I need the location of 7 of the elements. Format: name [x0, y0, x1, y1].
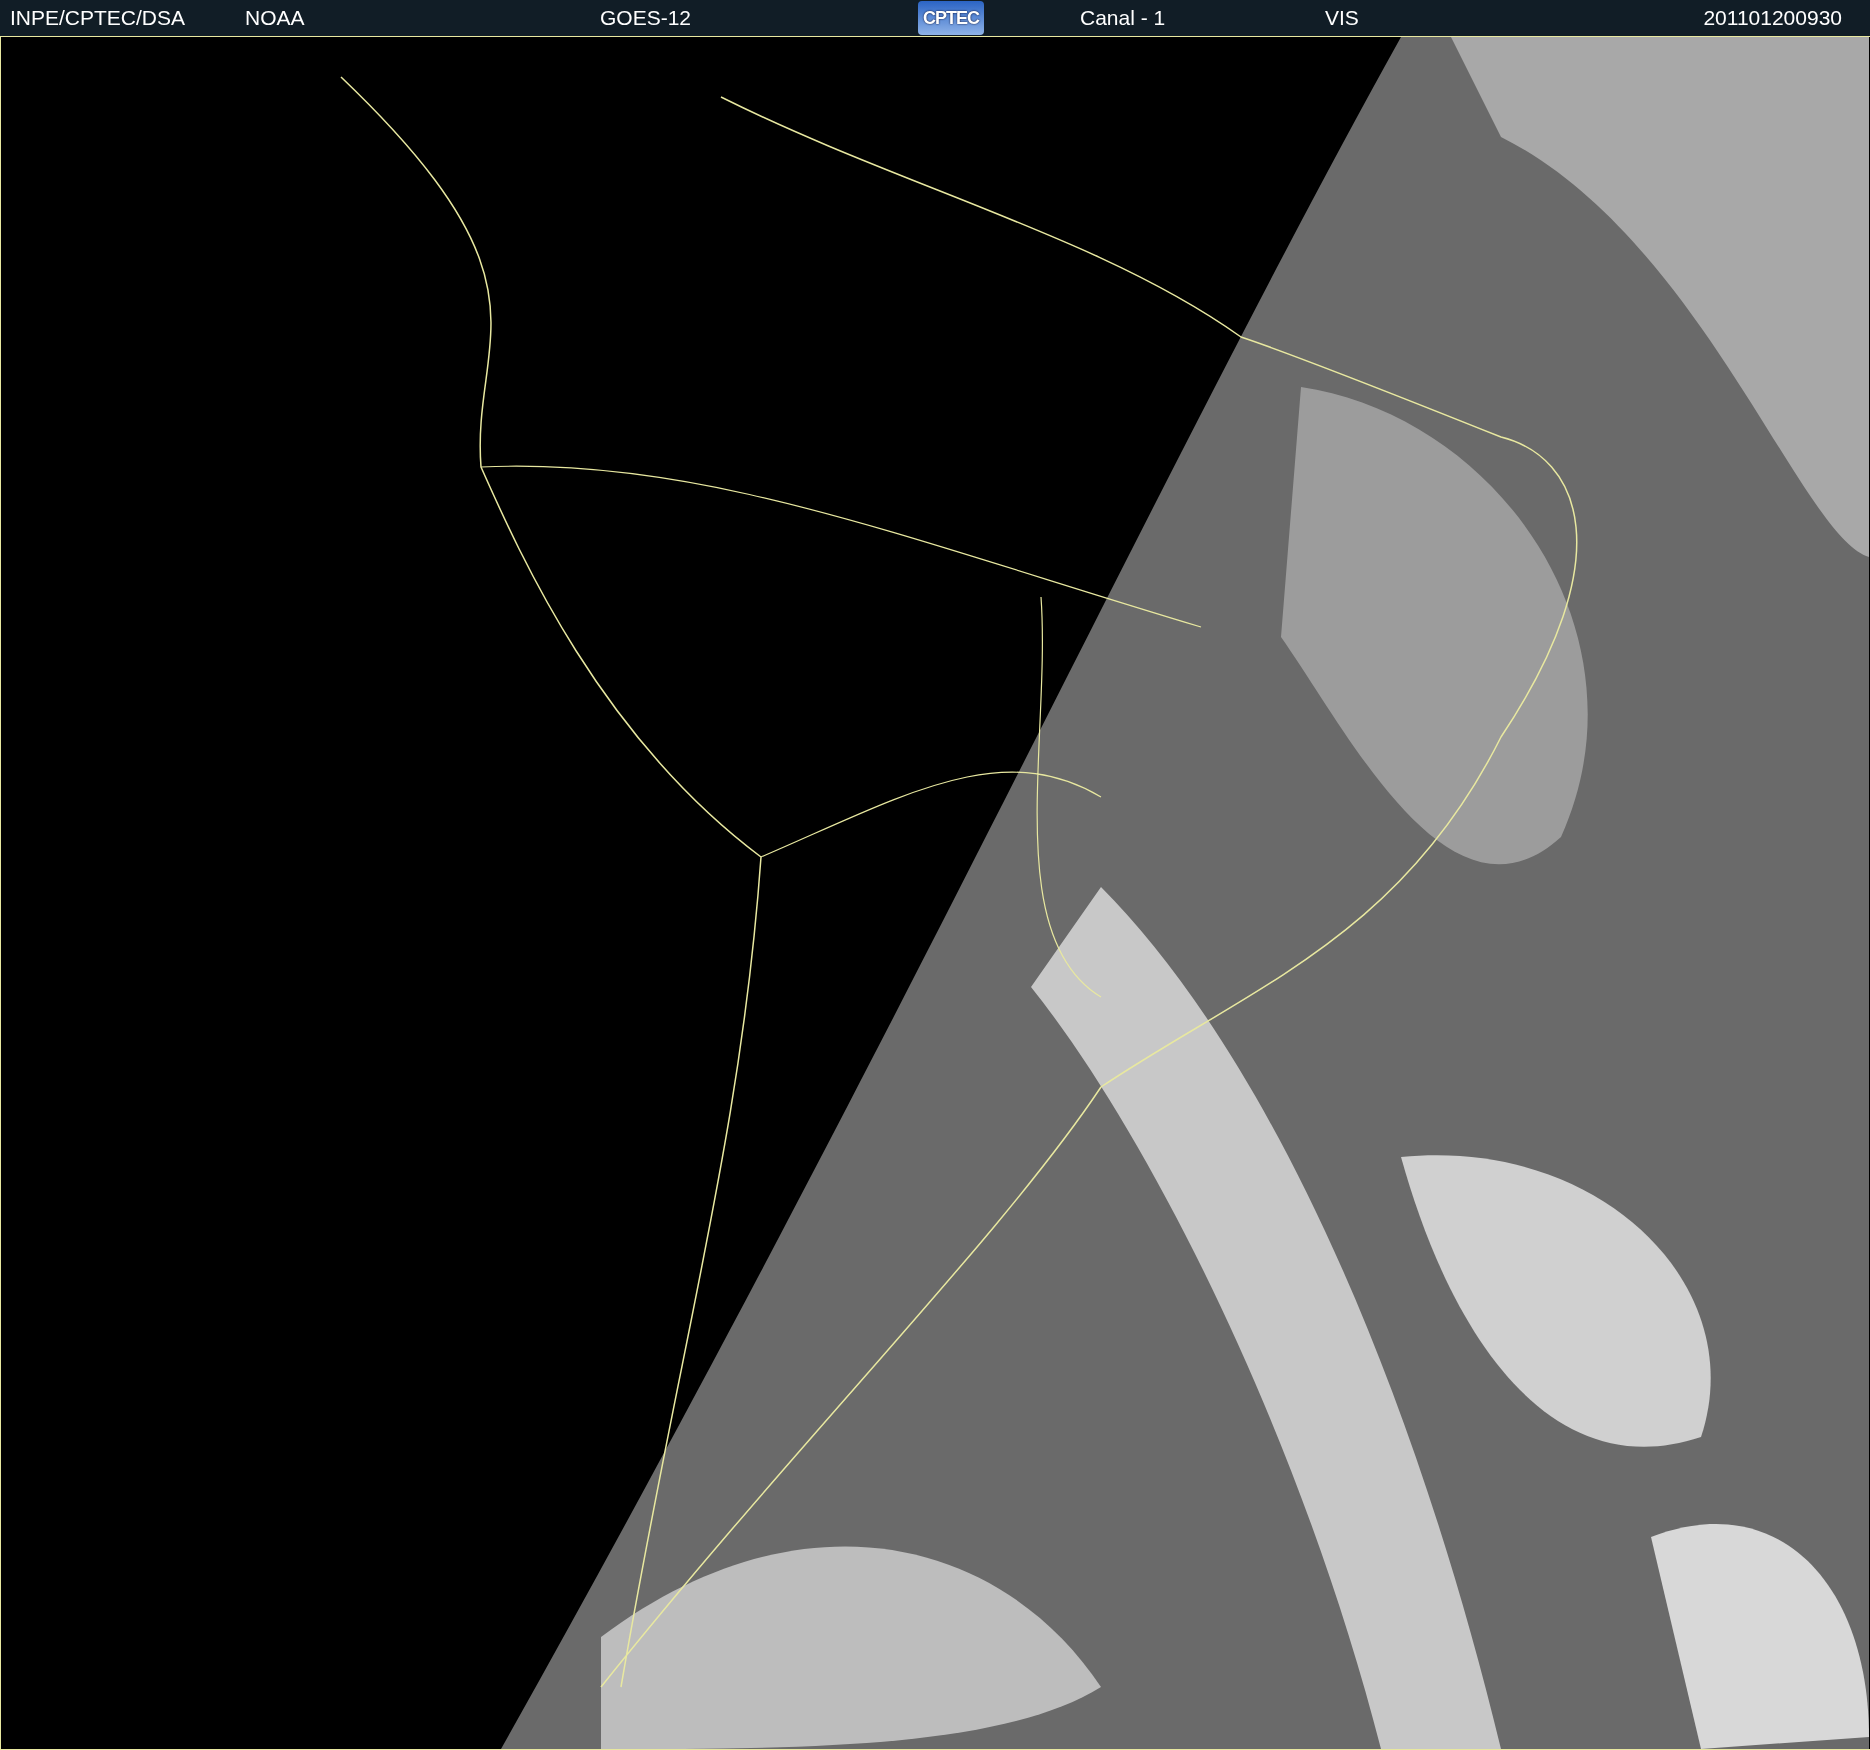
channel-label: Canal - 1	[1080, 6, 1166, 30]
band-label: VIS	[1325, 6, 1359, 30]
header-label: INPE/CPTEC/DSA	[10, 6, 186, 30]
timestamp: 201101200930	[1703, 6, 1842, 30]
header-label: NOAA	[245, 6, 305, 30]
logo: CPTEC	[918, 1, 984, 35]
header-label: GOES-12	[600, 6, 692, 30]
